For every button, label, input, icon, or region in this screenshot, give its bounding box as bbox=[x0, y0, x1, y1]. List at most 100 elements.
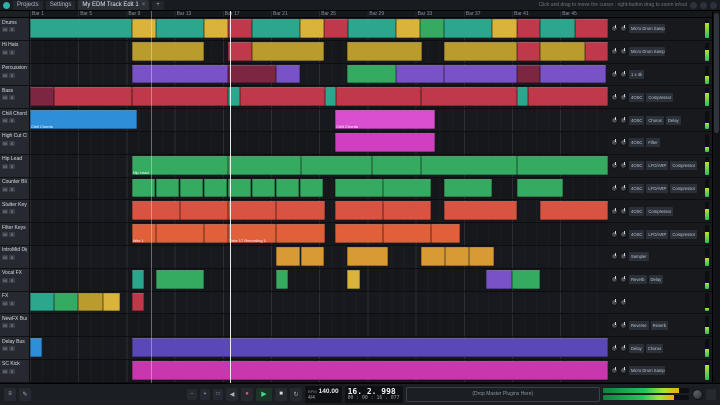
clip[interactable] bbox=[78, 293, 103, 312]
track-lane[interactable] bbox=[30, 18, 608, 41]
clip[interactable] bbox=[396, 19, 420, 38]
rewind-button[interactable]: ◀ bbox=[226, 388, 238, 401]
clip[interactable] bbox=[445, 247, 469, 266]
solo-button[interactable]: S bbox=[9, 278, 15, 283]
clip[interactable] bbox=[383, 179, 431, 198]
track-header-intromid-digital[interactable]: IntroMid DigitalMS bbox=[0, 246, 30, 269]
clip[interactable]: Take 17 Recording 1 bbox=[228, 224, 276, 243]
clip[interactable] bbox=[421, 87, 517, 106]
master-plugin-drop-zone[interactable]: (Drop Master Plugins Here) bbox=[406, 387, 600, 402]
track-lane[interactable]: Hip Lead bbox=[30, 155, 608, 178]
track-lane[interactable] bbox=[30, 337, 608, 360]
volume-knob[interactable] bbox=[611, 231, 618, 238]
plugin-chip[interactable]: Micro Drum Sampler bbox=[629, 366, 665, 375]
clip[interactable] bbox=[132, 293, 145, 312]
clip[interactable] bbox=[132, 361, 608, 380]
clip[interactable] bbox=[156, 224, 204, 243]
pan-knob[interactable] bbox=[620, 208, 627, 215]
clip[interactable] bbox=[492, 19, 516, 38]
clip[interactable] bbox=[300, 179, 323, 198]
vertical-scrollbar[interactable] bbox=[712, 11, 720, 383]
solo-button[interactable]: S bbox=[9, 50, 15, 55]
clip[interactable] bbox=[348, 19, 396, 38]
zoom-in-button[interactable]: + bbox=[200, 389, 210, 400]
plugin-chip[interactable]: Reverb bbox=[629, 275, 647, 284]
clip[interactable] bbox=[228, 19, 252, 38]
clip[interactable] bbox=[420, 19, 444, 38]
mute-button[interactable]: M bbox=[2, 187, 8, 192]
solo-button[interactable]: S bbox=[9, 187, 15, 192]
clip[interactable] bbox=[517, 179, 563, 198]
edit-tools-button[interactable]: ✎ bbox=[19, 388, 31, 401]
clip[interactable] bbox=[486, 270, 512, 289]
plugin-chip[interactable]: 4OSC bbox=[629, 207, 644, 216]
plugin-chip[interactable]: 4OSC bbox=[629, 116, 644, 125]
solo-button[interactable]: S bbox=[9, 164, 15, 169]
pan-knob[interactable] bbox=[620, 94, 627, 101]
plugin-chip[interactable]: Reverse bbox=[629, 321, 649, 330]
clip[interactable] bbox=[276, 224, 325, 243]
mute-button[interactable]: M bbox=[2, 323, 8, 328]
clip[interactable] bbox=[103, 293, 120, 312]
clip[interactable] bbox=[132, 201, 180, 220]
clip[interactable] bbox=[132, 65, 229, 84]
clip[interactable] bbox=[240, 87, 325, 106]
track-header-delay-bus[interactable]: Delay BusMS bbox=[0, 337, 30, 360]
plugin-chip[interactable]: Chorus bbox=[646, 116, 664, 125]
pan-knob[interactable] bbox=[620, 139, 627, 146]
pan-knob[interactable] bbox=[620, 231, 627, 238]
stop-button[interactable]: ■ bbox=[275, 388, 287, 401]
pan-knob[interactable] bbox=[620, 48, 627, 55]
clip[interactable] bbox=[444, 179, 492, 198]
timeline-ruler[interactable]: Bar 1Bar 5Bar 9Bar 13Bar 17Bar 21Bar 25B… bbox=[30, 11, 608, 17]
clip[interactable] bbox=[540, 19, 575, 38]
solo-button[interactable]: S bbox=[9, 27, 15, 32]
plugin-chip[interactable]: Delay bbox=[649, 275, 664, 284]
clip[interactable] bbox=[540, 42, 585, 61]
clip[interactable] bbox=[517, 65, 541, 84]
clip[interactable] bbox=[301, 156, 373, 175]
plugin-chip[interactable]: Reverb bbox=[651, 321, 669, 330]
track-header-chill-chords[interactable]: Chill ChordsMS bbox=[0, 109, 30, 132]
clip[interactable] bbox=[335, 201, 383, 220]
clip[interactable]: Hip Lead bbox=[132, 156, 229, 175]
clip[interactable] bbox=[324, 19, 348, 38]
clip[interactable] bbox=[383, 201, 431, 220]
pan-knob[interactable] bbox=[620, 253, 627, 260]
volume-knob[interactable] bbox=[611, 276, 618, 283]
mute-button[interactable]: M bbox=[2, 369, 8, 374]
zoom-fit-button[interactable]: □ bbox=[213, 389, 223, 400]
track-header-percussion[interactable]: PercussionMS bbox=[0, 64, 30, 87]
clip[interactable] bbox=[517, 156, 608, 175]
plugin-chip[interactable]: Chorus bbox=[646, 344, 664, 353]
plugin-chip[interactable]: Micro Drum Sampler bbox=[629, 24, 665, 33]
plugin-chip[interactable]: Micro Drum Sampler bbox=[629, 47, 665, 56]
volume-knob[interactable] bbox=[611, 117, 618, 124]
clip[interactable]: Chill Chords bbox=[335, 110, 434, 129]
solo-button[interactable]: S bbox=[9, 255, 15, 260]
clip[interactable] bbox=[276, 270, 288, 289]
volume-knob[interactable] bbox=[611, 208, 618, 215]
track-header-hip-lead[interactable]: Hip LeadMS bbox=[0, 155, 30, 178]
clip[interactable] bbox=[54, 87, 131, 106]
volume-knob[interactable] bbox=[611, 25, 618, 32]
clip[interactable] bbox=[512, 270, 540, 289]
mute-button[interactable]: M bbox=[2, 73, 8, 78]
volume-knob[interactable] bbox=[611, 253, 618, 260]
solo-button[interactable]: S bbox=[9, 232, 15, 237]
track-lane[interactable] bbox=[30, 246, 608, 269]
clip[interactable] bbox=[180, 201, 229, 220]
track-header-hi-hats[interactable]: Hi HatsMS bbox=[0, 41, 30, 64]
clip[interactable] bbox=[156, 179, 179, 198]
menu-settings[interactable]: Settings bbox=[46, 1, 76, 10]
master-options-icon[interactable] bbox=[706, 389, 716, 400]
plugin-chip[interactable]: Sampler bbox=[629, 252, 649, 261]
volume-knob[interactable] bbox=[611, 71, 618, 78]
volume-knob[interactable] bbox=[611, 322, 618, 329]
plugin-chip[interactable]: Compressor bbox=[670, 230, 697, 239]
solo-button[interactable]: S bbox=[9, 209, 15, 214]
clip[interactable] bbox=[383, 224, 431, 243]
plugin-chip[interactable]: Compressor bbox=[646, 207, 673, 216]
clip[interactable] bbox=[421, 247, 445, 266]
pan-knob[interactable] bbox=[620, 185, 627, 192]
